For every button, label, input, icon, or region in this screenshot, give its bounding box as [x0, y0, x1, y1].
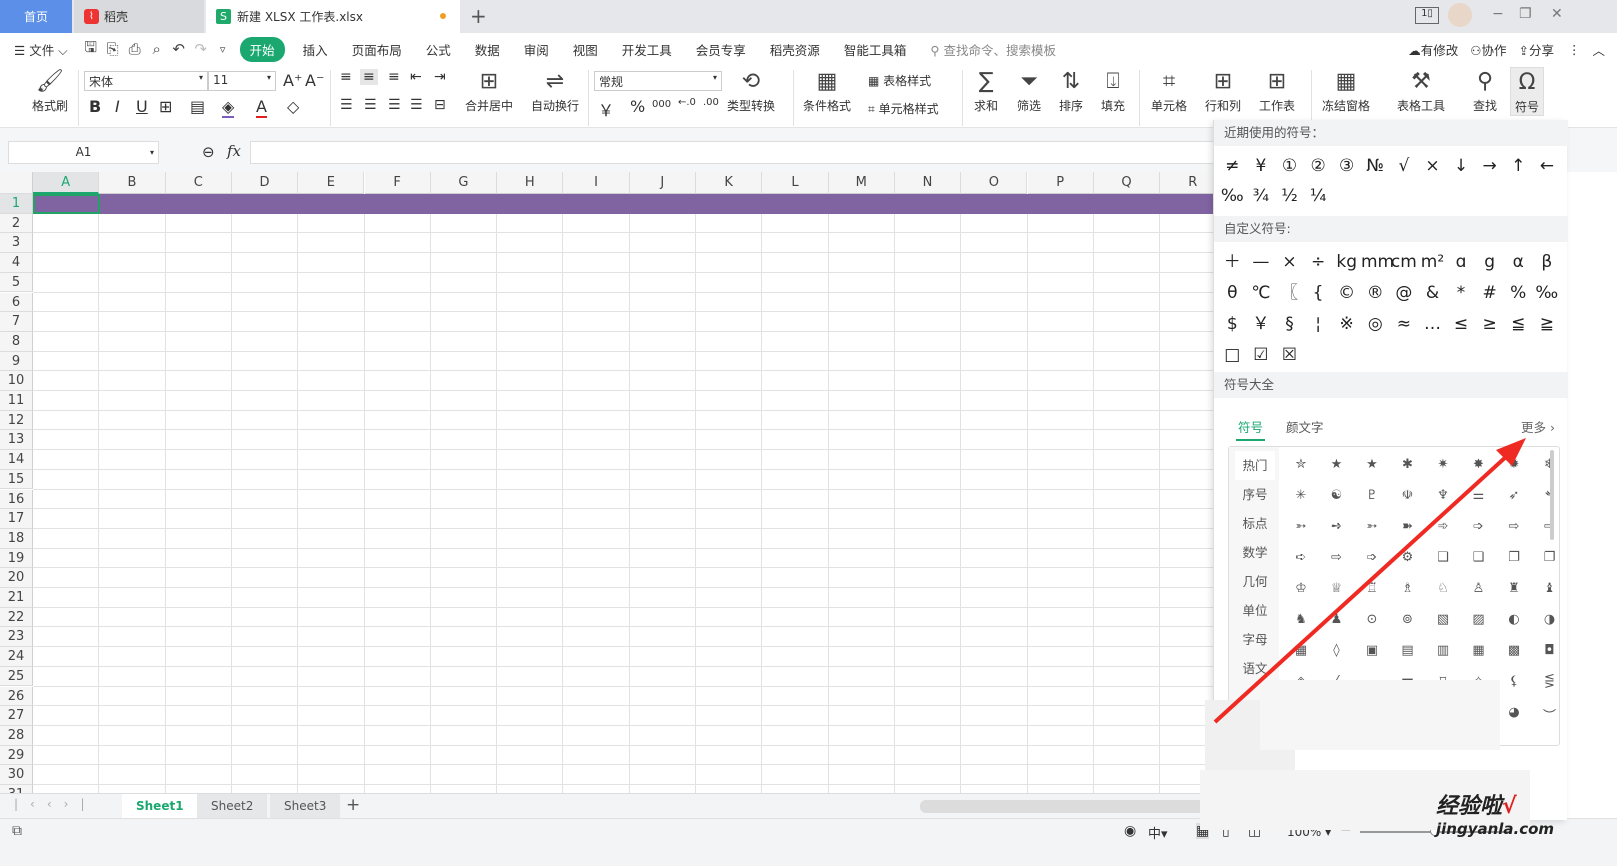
watermark-check: √	[1502, 794, 1517, 819]
watermark: 经验啦√ jingyanla.com	[1436, 788, 1561, 844]
red-arrow-annotation	[1213, 438, 1526, 724]
watermark-text: 经验啦	[1436, 794, 1503, 819]
watermark-url: jingyanla.com	[1436, 820, 1555, 838]
